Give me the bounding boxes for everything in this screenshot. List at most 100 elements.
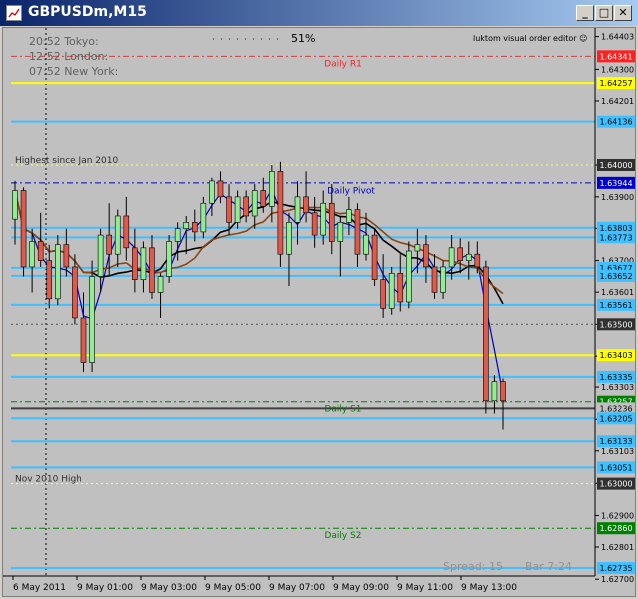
bear-candle[interactable] <box>380 279 386 309</box>
bull-candle[interactable] <box>337 222 344 242</box>
daily-pivot-label: Daily Pivot <box>327 186 375 196</box>
price-label: 1.63000 <box>599 480 632 489</box>
bull-candle[interactable] <box>448 247 455 268</box>
price-label: 1.63561 <box>599 301 632 310</box>
bear-candle[interactable] <box>371 234 378 280</box>
bull-candle[interactable] <box>269 171 275 207</box>
bear-candle[interactable] <box>149 247 155 293</box>
price-label: 1.63133 <box>599 437 632 446</box>
bear-candle[interactable] <box>37 241 44 261</box>
bull-candle[interactable] <box>440 266 446 293</box>
bull-candle[interactable] <box>294 196 301 223</box>
bear-candle[interactable] <box>46 260 53 300</box>
price-label: 1.63500 <box>599 320 632 329</box>
price-label: 1.62860 <box>599 524 632 533</box>
bull-candle[interactable] <box>97 234 104 277</box>
window-titlebar: GBPUSDm,M15 _ □ ✕ <box>0 0 638 26</box>
bull-candle[interactable] <box>320 202 327 236</box>
bar-timer-label: Bar 7:24 <box>525 560 572 573</box>
bear-candle[interactable] <box>328 202 335 242</box>
bull-candle[interactable] <box>406 250 412 303</box>
bull-candle[interactable] <box>157 276 164 293</box>
chart-background <box>3 28 635 596</box>
bull-candle[interactable] <box>166 241 172 277</box>
bear-candle[interactable] <box>20 190 27 268</box>
bull-candle[interactable] <box>12 190 18 220</box>
spread-label: Spread: 15 <box>443 560 503 573</box>
bear-candle[interactable] <box>423 244 429 268</box>
x-tick-label: 9 May 03:00 <box>141 583 197 593</box>
bear-candle[interactable] <box>431 266 438 293</box>
bull-candle[interactable] <box>55 244 61 300</box>
order-editor-label: luktom visual order editor ☺ <box>473 34 587 43</box>
y-tick-label: 1.62700 <box>601 575 634 584</box>
bear-candle[interactable] <box>457 247 463 261</box>
bear-candle[interactable] <box>354 209 361 255</box>
session-clock-2: 07:52 New York: <box>29 65 118 78</box>
bear-candle[interactable] <box>123 215 130 249</box>
price-label: 1.63335 <box>599 373 632 382</box>
x-tick-label: 9 May 09:00 <box>333 583 389 593</box>
bear-candle[interactable] <box>132 247 138 280</box>
y-tick-label: 1.63103 <box>601 447 634 456</box>
bull-candle[interactable] <box>286 222 292 255</box>
bear-candle[interactable] <box>303 196 309 214</box>
price-label: 1.63773 <box>599 233 632 242</box>
bull-candle[interactable] <box>414 244 421 252</box>
bear-candle[interactable] <box>474 253 481 268</box>
x-tick-label: 6 May 2011 <box>13 583 66 593</box>
bull-candle[interactable] <box>491 381 498 402</box>
bull-candle[interactable] <box>114 215 121 255</box>
x-tick-label: 9 May 13:00 <box>461 583 517 593</box>
bear-candle[interactable] <box>260 190 267 207</box>
bear-candle[interactable] <box>311 212 318 236</box>
bear-candle[interactable] <box>72 266 78 319</box>
y-tick-label: 1.63303 <box>601 383 634 392</box>
bull-candle[interactable] <box>200 202 207 233</box>
x-tick-label: 9 May 11:00 <box>397 583 453 593</box>
chart-area[interactable]: Daily R1 Highest since Jan 2010 Daily S1 No… <box>2 27 636 597</box>
level-label: Highest since Jan 2010 <box>15 156 118 166</box>
bull-candle[interactable] <box>140 247 147 280</box>
session-clock-0: 20:52 Tokyo: <box>29 35 99 48</box>
price-label: 1.63652 <box>599 272 632 281</box>
bear-candle[interactable] <box>277 171 284 255</box>
price-label: 1.63944 <box>599 179 632 188</box>
bull-candle[interactable] <box>29 241 35 268</box>
price-label: 1.64136 <box>599 118 632 127</box>
bull-candle[interactable] <box>363 234 369 255</box>
bear-candle[interactable] <box>397 273 404 303</box>
level-label: Daily S2 <box>324 531 361 541</box>
bull-candle[interactable] <box>174 228 181 242</box>
level-label: Daily R1 <box>324 59 362 69</box>
window-title: GBPUSDm,M15 <box>28 4 147 20</box>
maximize-button[interactable]: □ <box>595 5 613 21</box>
bear-candle[interactable] <box>226 196 232 223</box>
y-tick-label: 1.62801 <box>601 543 634 552</box>
bear-candle[interactable] <box>106 234 112 255</box>
price-label: 1.63403 <box>599 351 632 360</box>
bear-candle[interactable] <box>243 196 249 217</box>
bull-candle[interactable] <box>234 196 241 223</box>
bull-candle[interactable] <box>183 222 190 230</box>
candle-progress-label: 51% <box>291 32 315 45</box>
bull-candle[interactable] <box>251 190 258 217</box>
close-button[interactable]: ✕ <box>614 5 632 21</box>
bear-candle[interactable] <box>191 222 198 233</box>
price-label: 1.64341 <box>599 52 632 61</box>
minimize-button[interactable]: _ <box>576 5 594 21</box>
bull-candle[interactable] <box>209 180 215 204</box>
bull-candle[interactable] <box>89 276 95 363</box>
bull-candle[interactable] <box>465 253 472 261</box>
price-chart[interactable]: Daily R1 Highest since Jan 2010 Daily S1 No… <box>3 28 635 596</box>
y-tick-label: 1.62900 <box>601 511 634 520</box>
bull-candle[interactable] <box>388 273 395 309</box>
bear-candle[interactable] <box>483 266 489 402</box>
y-tick-label: 1.64403 <box>601 33 634 42</box>
bull-candle[interactable] <box>346 209 352 223</box>
bear-candle[interactable] <box>63 244 70 268</box>
session-clock-1: 12:52 London: <box>29 50 108 63</box>
bear-candle[interactable] <box>217 180 224 198</box>
bear-candle[interactable] <box>80 317 87 363</box>
bear-candle[interactable] <box>500 381 506 402</box>
